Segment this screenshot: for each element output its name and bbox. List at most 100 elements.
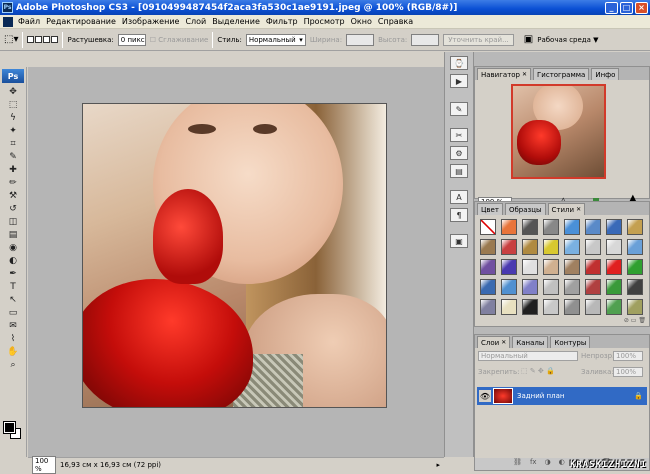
style-swatch[interactable] bbox=[480, 219, 496, 235]
style-swatch[interactable] bbox=[564, 219, 580, 235]
tab-styles[interactable]: Стили ✕ bbox=[547, 203, 586, 215]
ps-logo[interactable]: Ps bbox=[2, 69, 24, 83]
type-tool-icon[interactable]: T bbox=[4, 281, 22, 293]
character-panel-icon[interactable]: A bbox=[450, 190, 468, 204]
marquee-tool-preset-icon[interactable]: ⬚▾ bbox=[4, 34, 18, 45]
opacity-input[interactable]: 100% bbox=[613, 351, 643, 361]
brush-tool-icon[interactable]: ✏ bbox=[4, 177, 22, 189]
slice-tool-icon[interactable]: ✎ bbox=[4, 151, 22, 163]
style-swatch[interactable] bbox=[564, 239, 580, 255]
style-swatch[interactable] bbox=[501, 299, 517, 315]
document-info[interactable]: 16,93 см x 16,93 см (72 ppi) bbox=[60, 461, 436, 469]
pen-tool-icon[interactable]: ✒ bbox=[4, 268, 22, 280]
adjustment-layer-icon[interactable]: ◐ bbox=[559, 458, 565, 470]
menu-edit[interactable]: Редактирование bbox=[43, 17, 119, 26]
style-swatch[interactable] bbox=[543, 239, 559, 255]
actions-panel-icon[interactable]: ▶ bbox=[450, 74, 468, 88]
close-tab-icon[interactable]: ✕ bbox=[522, 71, 527, 78]
lasso-tool-icon[interactable]: ϟ bbox=[4, 112, 22, 124]
style-swatch[interactable] bbox=[585, 259, 601, 275]
style-swatch[interactable] bbox=[522, 299, 538, 315]
style-swatch[interactable] bbox=[606, 279, 622, 295]
blend-mode-select[interactable]: Нормальный bbox=[478, 351, 578, 361]
eraser-tool-icon[interactable]: ◫ bbox=[4, 216, 22, 228]
style-swatch[interactable] bbox=[564, 279, 580, 295]
notes-tool-icon[interactable]: ✉ bbox=[4, 320, 22, 332]
fill-input[interactable]: 100% bbox=[613, 367, 643, 377]
maximize-button[interactable]: □ bbox=[620, 1, 633, 14]
dodge-tool-icon[interactable]: ◐ bbox=[4, 255, 22, 267]
menu-select[interactable]: Выделение bbox=[209, 17, 263, 26]
style-swatch[interactable] bbox=[627, 299, 643, 315]
tool-presets-icon[interactable]: ✂ bbox=[450, 128, 468, 142]
blur-tool-icon[interactable]: ◉ bbox=[4, 242, 22, 254]
refine-edge-button[interactable]: Уточнить край... bbox=[443, 33, 514, 46]
tab-channels[interactable]: Каналы bbox=[512, 336, 549, 348]
style-swatch[interactable] bbox=[606, 259, 622, 275]
close-tab-icon[interactable]: ✕ bbox=[501, 339, 506, 346]
style-swatch[interactable] bbox=[564, 299, 580, 315]
layer-style-icon[interactable]: fx bbox=[530, 458, 537, 470]
style-swatch[interactable] bbox=[480, 279, 496, 295]
clone-stamp-tool-icon[interactable]: ⚒ bbox=[4, 190, 22, 202]
style-swatch[interactable] bbox=[480, 239, 496, 255]
move-tool-icon[interactable]: ✥ bbox=[4, 86, 22, 98]
menu-layer[interactable]: Слой bbox=[182, 17, 209, 26]
style-swatch[interactable] bbox=[585, 299, 601, 315]
crop-tool-icon[interactable]: ⌗ bbox=[4, 138, 22, 150]
style-swatch[interactable] bbox=[501, 239, 517, 255]
style-swatch[interactable] bbox=[627, 219, 643, 235]
close-tab-icon[interactable]: ✕ bbox=[576, 206, 581, 213]
style-swatch[interactable] bbox=[501, 259, 517, 275]
style-swatch[interactable] bbox=[501, 279, 517, 295]
tab-navigator[interactable]: Навигатор ✕ bbox=[477, 68, 532, 80]
style-swatch[interactable] bbox=[543, 219, 559, 235]
gradient-tool-icon[interactable]: ▤ bbox=[4, 229, 22, 241]
status-arrow-icon[interactable]: ▸ bbox=[436, 461, 440, 469]
path-selection-tool-icon[interactable]: ↖ bbox=[4, 294, 22, 306]
document-icon[interactable] bbox=[3, 16, 13, 27]
eyedropper-tool-icon[interactable]: ⌇ bbox=[4, 333, 22, 345]
height-input[interactable] bbox=[411, 33, 440, 46]
layer-mask-icon[interactable]: ◑ bbox=[545, 458, 551, 470]
navigator-thumbnail[interactable] bbox=[511, 84, 606, 179]
selection-mode-buttons[interactable] bbox=[27, 36, 59, 43]
style-swatch[interactable] bbox=[522, 219, 538, 235]
tab-color[interactable]: Цвет bbox=[477, 203, 503, 215]
style-swatch[interactable] bbox=[606, 219, 622, 235]
feather-input[interactable]: 0 пикс bbox=[117, 33, 146, 46]
menu-view[interactable]: Просмотр bbox=[301, 17, 348, 26]
style-swatch[interactable] bbox=[564, 259, 580, 275]
info-panel-icon[interactable]: ▣ bbox=[450, 234, 468, 248]
magic-wand-tool-icon[interactable]: ✦ bbox=[4, 125, 22, 137]
layer-name[interactable]: Задний план bbox=[517, 392, 634, 400]
style-swatch[interactable] bbox=[585, 219, 601, 235]
style-swatch[interactable] bbox=[606, 299, 622, 315]
style-swatch[interactable] bbox=[480, 299, 496, 315]
menu-help[interactable]: Справка bbox=[375, 17, 416, 26]
marquee-tool-icon[interactable]: ⬚ bbox=[4, 99, 22, 111]
link-layers-icon[interactable]: ⛓ bbox=[513, 458, 522, 470]
palette-well-icon[interactable]: ▣ bbox=[524, 34, 533, 45]
style-swatch[interactable] bbox=[543, 259, 559, 275]
brushes-panel-icon[interactable]: ✎ bbox=[450, 102, 468, 116]
tab-info[interactable]: Инфо bbox=[591, 68, 620, 80]
style-swatch[interactable] bbox=[543, 299, 559, 315]
style-select[interactable]: Нормальный ▾ bbox=[245, 33, 306, 46]
shape-tool-icon[interactable]: ▭ bbox=[4, 307, 22, 319]
menu-image[interactable]: Изображение bbox=[119, 17, 183, 26]
close-button[interactable]: × bbox=[635, 1, 648, 14]
style-swatch[interactable] bbox=[585, 279, 601, 295]
style-swatch[interactable] bbox=[627, 259, 643, 275]
clone-source-icon[interactable]: ⚙ bbox=[450, 146, 468, 160]
style-swatch[interactable] bbox=[627, 279, 643, 295]
zoom-tool-icon[interactable]: ⌕ bbox=[4, 359, 22, 371]
healing-brush-tool-icon[interactable]: ✚ bbox=[4, 164, 22, 176]
style-swatch[interactable] bbox=[543, 279, 559, 295]
style-swatch[interactable] bbox=[522, 239, 538, 255]
menu-window[interactable]: Окно bbox=[348, 17, 375, 26]
style-swatch[interactable] bbox=[480, 259, 496, 275]
layer-row[interactable]: 👁 Задний план 🔒 bbox=[477, 387, 647, 405]
visibility-eye-icon[interactable]: 👁 bbox=[479, 390, 491, 402]
width-input[interactable] bbox=[346, 33, 375, 46]
